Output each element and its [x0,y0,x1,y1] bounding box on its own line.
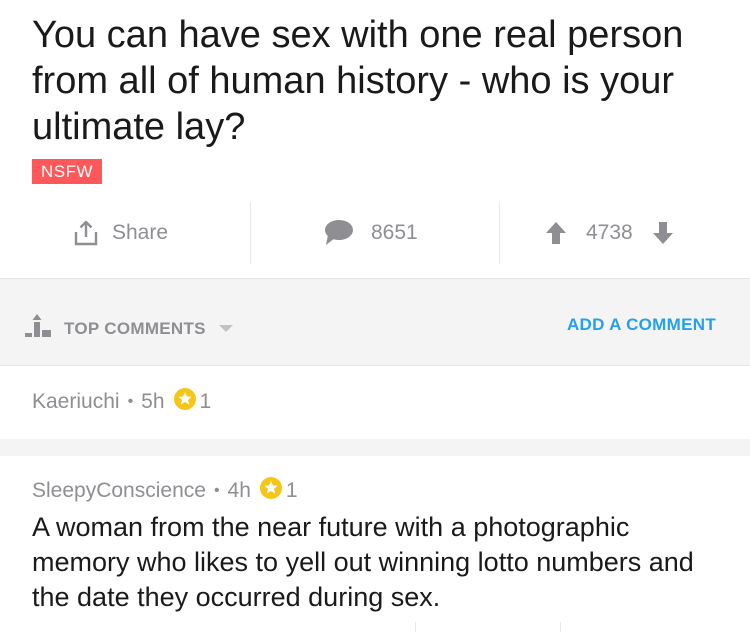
comment-body: A woman from the near future with a phot… [32,512,694,612]
award-badge: 1 [173,387,212,417]
meta-separator: • [213,482,220,499]
action-divider [499,202,500,264]
comment-age: 4h [227,479,251,502]
award-count: 1 [285,479,298,502]
post-title: You can have sex with one real person fr… [32,14,684,148]
share-icon [72,219,100,247]
post-action-bar: Share 8651 4738 [0,200,750,268]
score: 4738 [586,221,633,244]
sort-dropdown[interactable]: TOP COMMENTS [24,313,234,344]
comment-author[interactable]: SleepyConscience [32,479,206,503]
comment-meta: Kaeriuchi • 5h 1 [32,387,211,417]
upvote-icon[interactable] [544,220,568,246]
chevron-down-icon [218,319,234,339]
comment-item[interactable]: SleepyConscience • 4h 1 A woman from the… [0,456,750,632]
action-divider [250,202,251,264]
action-divider [415,622,416,632]
comments-sort-bar: TOP COMMENTS ADD A COMMENT [0,278,750,366]
comments-button[interactable]: 8651 [323,200,418,266]
top-sort-icon [24,313,52,344]
comment-separator [0,439,750,456]
award-star-icon [259,476,283,506]
meta-separator: • [127,393,134,410]
award-badge: 1 [259,476,298,506]
action-divider [560,622,561,632]
comment-count: 8651 [371,221,418,244]
share-label: Share [112,221,169,244]
comment-meta: SleepyConscience • 4h 1 [32,476,298,506]
nsfw-badge: NSFW [32,159,103,184]
vote-controls: 4738 [544,200,675,266]
sort-label: TOP COMMENTS [64,318,206,338]
award-count: 1 [199,390,212,413]
award-star-icon [173,387,197,417]
comment-bubble-icon [323,219,355,247]
add-comment-button[interactable]: ADD A COMMENT [567,315,716,335]
downvote-icon[interactable] [651,220,675,246]
comment-author[interactable]: Kaeriuchi [32,390,120,414]
comment-item[interactable]: Kaeriuchi • 5h 1 [0,367,750,439]
share-button[interactable]: Share [72,200,168,266]
comment-age: 5h [141,390,165,413]
